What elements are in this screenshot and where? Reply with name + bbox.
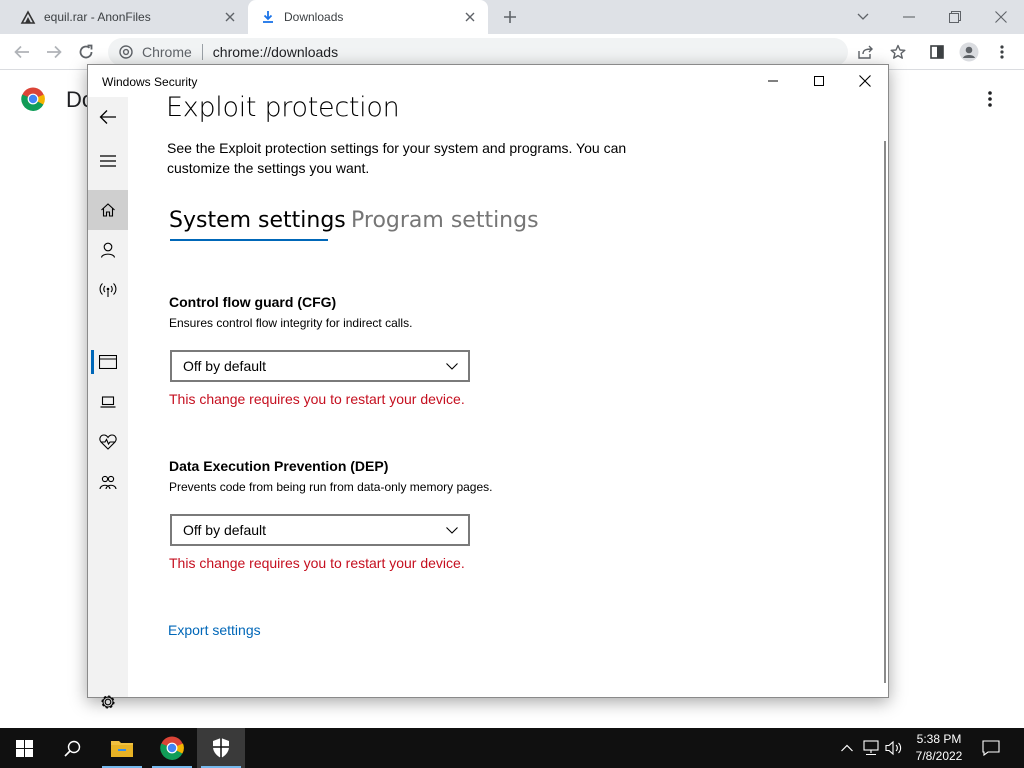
address-url: chrome://downloads	[212, 44, 339, 60]
page-description: See the Exploit protection settings for …	[167, 140, 627, 176]
app-browser-icon[interactable]	[88, 342, 128, 382]
address-divider	[201, 44, 203, 60]
settings-icon[interactable]	[88, 682, 128, 722]
close-icon[interactable]	[460, 7, 480, 27]
close-window-icon[interactable]	[978, 0, 1024, 34]
volume-icon[interactable]	[883, 736, 905, 760]
more-menu-icon[interactable]	[988, 38, 1016, 66]
cfg-dropdown-value: Off by default	[183, 358, 267, 374]
hamburger-icon[interactable]	[88, 141, 128, 181]
tab-title: equil.rar - AnonFiles	[44, 10, 151, 24]
network-status-icon[interactable]	[860, 736, 882, 760]
page-title: Exploit protection	[166, 92, 400, 123]
browser-tab-downloads[interactable]: Downloads	[248, 0, 488, 34]
health-icon[interactable]	[88, 422, 128, 462]
clock-time: 5:38 PM	[916, 732, 962, 746]
account-icon[interactable]	[88, 230, 128, 270]
clock-date: 7/8/2022	[915, 749, 963, 763]
windows-security-window: Windows Security Exploit protection See …	[87, 64, 889, 709]
tab-title: Downloads	[284, 10, 344, 24]
windows-logo-icon	[15, 739, 33, 757]
export-settings-link[interactable]: Export settings	[168, 622, 261, 638]
cfg-restart-warning: This change requires you to restart your…	[169, 391, 465, 407]
cfg-dropdown[interactable]: Off by default	[170, 350, 470, 382]
tab-search-icon[interactable]	[840, 0, 886, 34]
main-content: Exploit protection See the Exploit prote…	[128, 65, 888, 697]
dep-restart-warning: This change requires you to restart your…	[169, 555, 465, 571]
back-icon[interactable]	[88, 97, 128, 137]
cfg-title: Control flow guard (CFG)	[169, 294, 337, 310]
dep-dropdown-value: Off by default	[183, 522, 267, 538]
bookmark-star-icon[interactable]	[884, 38, 912, 66]
anonfiles-icon	[20, 9, 36, 25]
chevron-down-icon	[436, 516, 468, 544]
profile-avatar-icon[interactable]	[955, 38, 983, 66]
taskbar: 5:38 PM 7/8/2022	[0, 728, 1024, 768]
side-panel-icon[interactable]	[923, 38, 951, 66]
start-button[interactable]	[0, 728, 48, 768]
tab-system-settings[interactable]: System settings	[169, 208, 346, 233]
windows-security-taskbar-icon[interactable]	[197, 728, 245, 768]
reload-icon[interactable]	[72, 38, 100, 66]
file-explorer-icon[interactable]	[98, 728, 146, 768]
network-icon[interactable]	[88, 270, 128, 310]
scrollbar[interactable]	[884, 141, 886, 683]
forward-icon[interactable]	[40, 38, 68, 66]
device-security-icon[interactable]	[88, 382, 128, 422]
chevron-up-icon[interactable]	[836, 736, 858, 760]
family-icon[interactable]	[88, 463, 128, 503]
share-icon[interactable]	[852, 38, 880, 66]
back-icon[interactable]	[8, 38, 36, 66]
download-icon	[260, 9, 276, 25]
chevron-down-icon	[436, 352, 468, 380]
chrome-logo-icon	[21, 87, 45, 111]
dep-dropdown[interactable]: Off by default	[170, 514, 470, 546]
navigation-rail	[88, 97, 128, 709]
clock[interactable]: 5:38 PM 7/8/2022	[906, 731, 972, 765]
close-icon[interactable]	[220, 7, 240, 27]
minimize-icon[interactable]	[886, 0, 932, 34]
address-bar[interactable]: Chrome chrome://downloads	[108, 38, 848, 66]
chrome-taskbar-icon[interactable]	[148, 728, 196, 768]
browser-tab-anonfiles[interactable]: equil.rar - AnonFiles	[8, 0, 248, 34]
dep-description: Prevents code from being run from data-o…	[169, 480, 493, 494]
chrome-icon	[118, 44, 134, 60]
tab-strip: equil.rar - AnonFiles Downloads	[0, 0, 1024, 34]
new-tab-button[interactable]	[498, 5, 522, 29]
tab-program-settings[interactable]: Program settings	[351, 208, 539, 233]
more-menu-icon[interactable]	[978, 87, 1002, 111]
dep-title: Data Execution Prevention (DEP)	[169, 458, 389, 474]
restore-icon[interactable]	[932, 0, 978, 34]
home-icon[interactable]	[88, 190, 128, 230]
selected-tab-indicator	[170, 239, 328, 241]
notification-icon[interactable]	[980, 736, 1002, 760]
cfg-description: Ensures control flow integrity for indir…	[169, 316, 413, 330]
address-chip: Chrome	[142, 44, 192, 60]
search-icon[interactable]	[48, 728, 96, 768]
